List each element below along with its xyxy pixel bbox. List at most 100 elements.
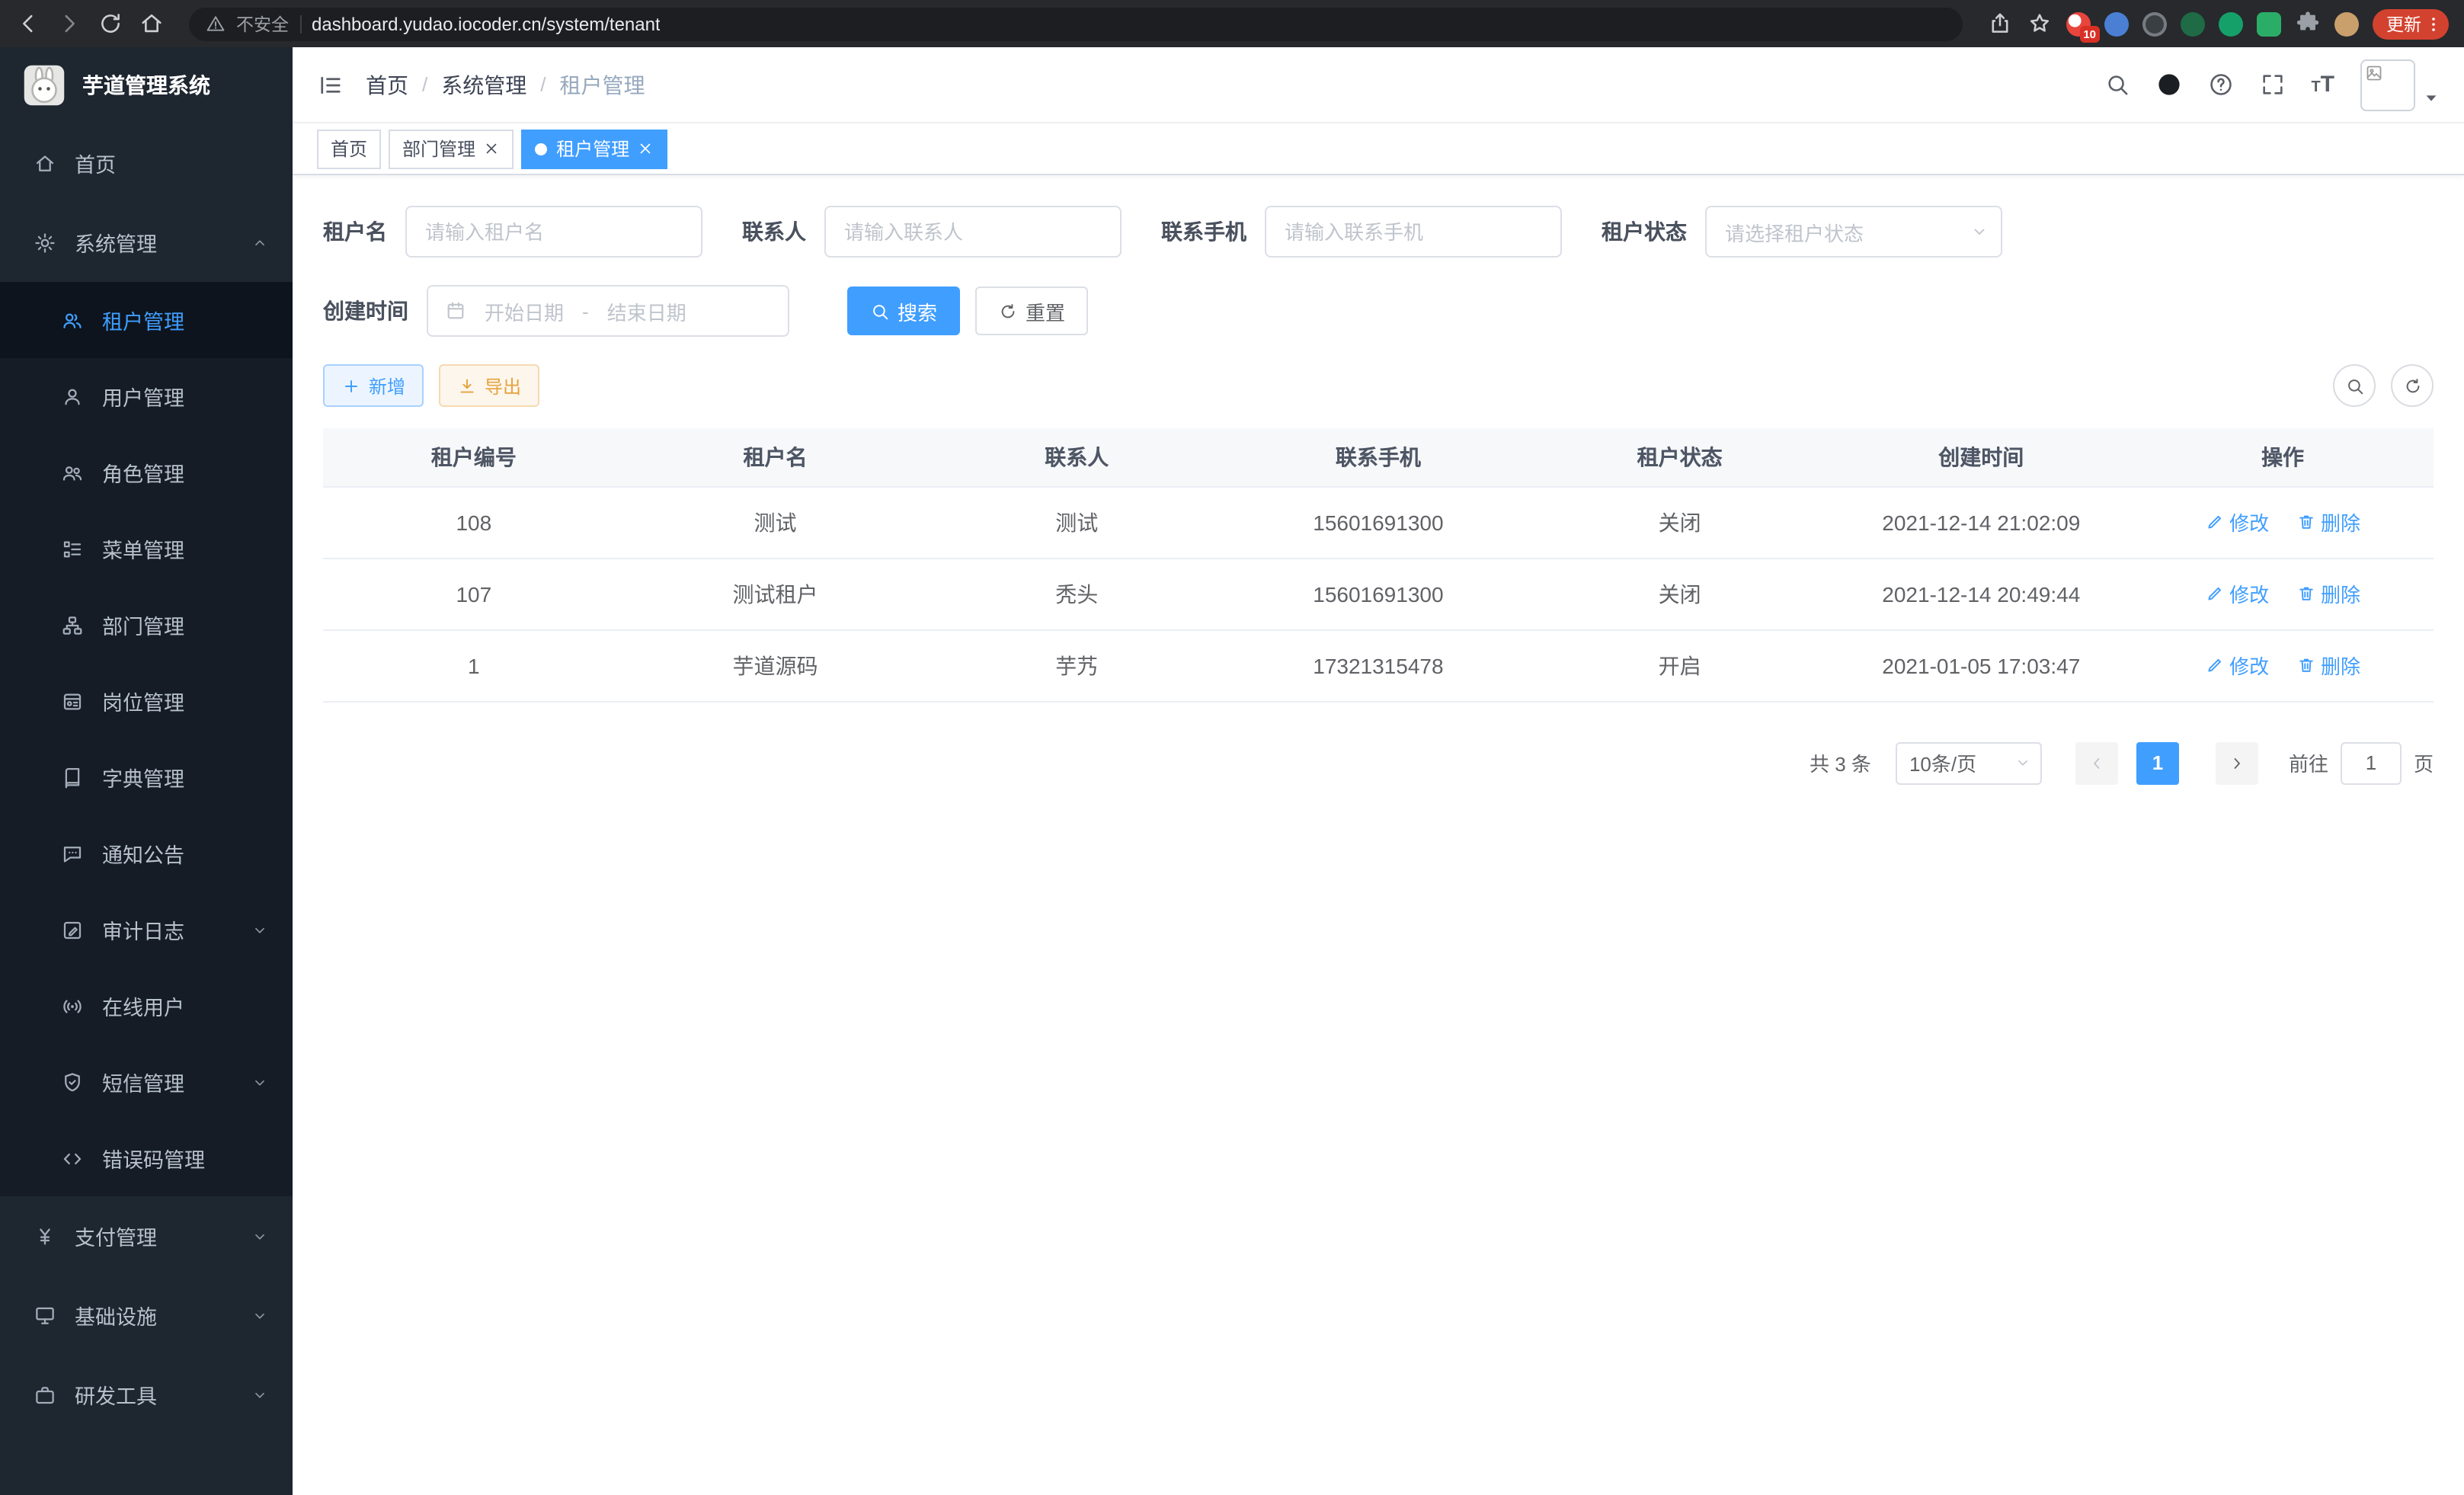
- app-logo[interactable]: 芋道管理系统: [0, 47, 293, 123]
- tenant-table: 租户编号 租户名 联系人 联系手机 租户状态 创建时间 操作 108 测试: [323, 428, 2434, 702]
- edit-link[interactable]: 修改: [2205, 507, 2269, 536]
- reload-icon[interactable]: [98, 11, 123, 37]
- page-number-1[interactable]: 1: [2136, 741, 2179, 784]
- yen-icon: [34, 1224, 56, 1247]
- sidebar-toggle-icon[interactable]: [317, 71, 344, 98]
- home-icon[interactable]: [139, 11, 165, 37]
- user-menu[interactable]: [2360, 59, 2440, 110]
- sidebar-item-pay[interactable]: 支付管理: [0, 1196, 293, 1276]
- audit-log-icon: [61, 918, 84, 941]
- top-navbar: 首页 / 系统管理 / 租户管理 TT: [293, 47, 2464, 123]
- contact-input[interactable]: [824, 206, 1122, 258]
- reset-button[interactable]: 重置: [975, 287, 1088, 335]
- status-select[interactable]: 请选择租户状态: [1705, 206, 2002, 258]
- tab-home[interactable]: 首页: [317, 129, 381, 168]
- col-actions: 操作: [2132, 428, 2434, 486]
- close-icon[interactable]: [637, 140, 654, 157]
- close-icon[interactable]: [483, 140, 500, 157]
- docs-question-icon[interactable]: [2207, 72, 2233, 98]
- extensions-puzzle-icon[interactable]: [2295, 11, 2321, 37]
- tenant-name-input[interactable]: [405, 206, 702, 258]
- dict-icon: [61, 766, 84, 789]
- sidebar-item-online[interactable]: 在线用户: [0, 968, 293, 1044]
- delete-label: 删除: [2321, 651, 2360, 680]
- extension-icon-4[interactable]: [2181, 11, 2205, 36]
- sidebar-item-label: 字典管理: [102, 762, 271, 792]
- sidebar-item-menu[interactable]: 菜单管理: [0, 511, 293, 587]
- sidebar-item-tenant[interactable]: 租户管理: [0, 282, 293, 358]
- sidebar-item-notice[interactable]: 通知公告: [0, 815, 293, 892]
- reset-label: 重置: [1026, 296, 1065, 325]
- delete-link[interactable]: 删除: [2296, 651, 2360, 680]
- page-size-select[interactable]: 10条/页: [1896, 741, 2042, 784]
- update-button[interactable]: 更新: [2373, 8, 2449, 39]
- sidebar-item-dict[interactable]: 字典管理: [0, 739, 293, 815]
- sidebar-item-post[interactable]: 岗位管理: [0, 663, 293, 739]
- tenant-name-label: 租户名: [323, 216, 387, 247]
- sidebar-item-home[interactable]: 首页: [0, 123, 293, 203]
- tab-tenant[interactable]: 租户管理: [521, 129, 667, 168]
- fontsize-icon[interactable]: TT: [2311, 71, 2334, 98]
- sidebar-item-errcode[interactable]: 错误码管理: [0, 1120, 293, 1196]
- sidebar-item-system[interactable]: 系统管理: [0, 203, 293, 282]
- share-icon[interactable]: [1987, 11, 2013, 37]
- edit-link[interactable]: 修改: [2205, 579, 2269, 608]
- cell-name: 测试: [625, 486, 926, 558]
- back-icon[interactable]: [15, 11, 41, 37]
- extension-icon-5[interactable]: [2219, 11, 2243, 36]
- sidebar-item-user[interactable]: 用户管理: [0, 358, 293, 434]
- browser-toolbar: 不安全 dashboard.yudao.iocoder.cn/system/te…: [0, 0, 2464, 47]
- sidebar-item-label: 角色管理: [102, 457, 271, 488]
- create-time-label: 创建时间: [323, 296, 408, 326]
- update-label: 更新: [2386, 11, 2421, 36]
- add-button[interactable]: 新增: [323, 364, 424, 407]
- sidebar-item-dept[interactable]: 部门管理: [0, 587, 293, 663]
- prev-page-button[interactable]: [2075, 741, 2118, 784]
- delete-link[interactable]: 删除: [2296, 579, 2360, 608]
- sidebar-item-audit[interactable]: 审计日志: [0, 892, 293, 968]
- forward-icon[interactable]: [56, 11, 82, 37]
- extension-icon-3[interactable]: [2142, 11, 2167, 36]
- edit-pencil-icon: [2205, 584, 2225, 603]
- tab-dept[interactable]: 部门管理: [389, 129, 514, 168]
- chevron-right-icon: [2228, 754, 2246, 772]
- goto-page-input[interactable]: [2341, 741, 2402, 784]
- export-button[interactable]: 导出: [439, 364, 539, 407]
- show-search-button[interactable]: [2333, 364, 2376, 407]
- fullscreen-icon[interactable]: [2259, 72, 2285, 98]
- tab-label: 部门管理: [402, 136, 475, 162]
- edit-link[interactable]: 修改: [2205, 651, 2269, 680]
- sidebar-item-devtools[interactable]: 研发工具: [0, 1355, 293, 1434]
- github-icon[interactable]: [2155, 72, 2181, 98]
- browser-profile-avatar[interactable]: [2334, 11, 2359, 36]
- extension-icon-6[interactable]: [2257, 11, 2281, 36]
- cell-status: 关闭: [1529, 558, 1831, 629]
- date-range-picker[interactable]: 开始日期 - 结束日期: [427, 285, 789, 337]
- mobile-input[interactable]: [1265, 206, 1562, 258]
- refresh-icon: [998, 301, 1018, 321]
- extension-icon-1[interactable]: 10: [2066, 11, 2091, 36]
- shield-icon: [61, 1071, 84, 1093]
- tab-label: 首页: [331, 136, 367, 162]
- breadcrumb-system[interactable]: 系统管理: [441, 69, 526, 100]
- sidebar-item-sms[interactable]: 短信管理: [0, 1044, 293, 1120]
- cell-contact: 测试: [926, 486, 1227, 558]
- delete-link[interactable]: 删除: [2296, 507, 2360, 536]
- breadcrumb-home[interactable]: 首页: [366, 69, 408, 100]
- extension-icon-2[interactable]: [2104, 11, 2129, 36]
- address-bar[interactable]: 不安全 dashboard.yudao.iocoder.cn/system/te…: [189, 7, 1963, 40]
- role-icon: [61, 461, 84, 484]
- refresh-table-button[interactable]: [2391, 364, 2434, 407]
- search-button[interactable]: 搜索: [847, 287, 960, 335]
- cell-mobile: 17321315478: [1227, 629, 1529, 701]
- chevron-down-icon: [251, 1228, 268, 1244]
- online-users-icon: [61, 994, 84, 1017]
- search-icon[interactable]: [2104, 72, 2130, 98]
- cell-name: 测试租户: [625, 558, 926, 629]
- next-page-button[interactable]: [2216, 741, 2258, 784]
- sidebar-item-role[interactable]: 角色管理: [0, 434, 293, 511]
- sidebar-item-infra[interactable]: 基础设施: [0, 1276, 293, 1355]
- bookmark-star-icon[interactable]: [2027, 11, 2053, 37]
- cell-id: 107: [323, 558, 625, 629]
- avatar: [2360, 59, 2415, 110]
